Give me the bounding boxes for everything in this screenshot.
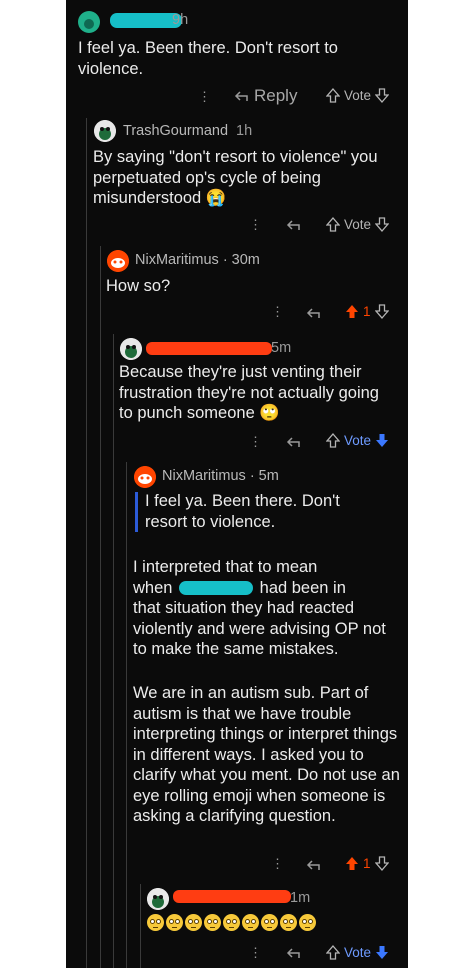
vote-control[interactable]: Vote [326,433,389,448]
avatar[interactable] [134,466,156,488]
comment-time: 30m [231,252,260,268]
avatar[interactable] [120,338,142,360]
eye-roll-emoji-icon [223,914,240,931]
paragraph-fragment: when [133,578,173,597]
comment-time: 1h [236,123,253,139]
upvote-icon[interactable] [326,217,340,232]
downvote-icon[interactable] [375,433,389,448]
redacted-username [146,342,272,355]
comment-text: Because they're just venting their frust… [119,363,379,422]
comment-time: 5m [258,468,279,484]
snoo-icon [84,19,94,29]
thread-line [100,246,101,968]
paragraph-fragment: had been in [259,578,346,597]
downvote-icon[interactable] [375,217,390,232]
downvote-icon[interactable] [374,304,389,319]
downvote-icon[interactable] [375,88,390,103]
redacted-username [179,580,254,595]
paragraph-line: that situation they had reacted violentl… [133,599,386,658]
comment-text: By saying "don't resort to violence" you… [93,148,378,207]
eye-roll-emoji-icon [166,914,183,931]
eye-roll-emoji-icon [299,914,316,931]
comment-username[interactable]: TrashGourmand [123,123,228,139]
comment-username: NixMaritimus · 5m [162,468,279,484]
vote-control[interactable]: Vote [326,217,390,232]
vote-label: Vote [344,217,372,232]
comment-body: I feel ya. Been there. Don't resort to v… [78,39,338,78]
snoo-icon [134,466,156,488]
snoo-icon [94,120,116,142]
more-options-icon[interactable]: ⋮ [198,89,211,105]
eye-roll-emoji-icon [242,914,259,931]
reply-button[interactable]: Reply [234,86,297,106]
quote-bar [135,492,138,532]
comment-thread: 9h I feel ya. Been there. Don't resort t… [66,0,408,968]
vote-control[interactable]: Vote [326,945,389,960]
reply-label: Reply [254,86,298,105]
username-link[interactable]: NixMaritimus [135,252,219,268]
vote-label: Vote [344,433,372,448]
reply-icon[interactable] [286,434,302,450]
avatar[interactable] [94,120,116,142]
vote-label: Vote [344,945,372,960]
eye-roll-emoji-icon [147,914,164,931]
thread-line [126,462,127,968]
upvote-icon[interactable] [345,304,359,319]
score-label: 1 [363,304,371,319]
avatar[interactable] [107,250,129,272]
paragraph-line: I interpreted that to mean [133,558,318,576]
reply-icon [234,91,248,101]
eye-roll-emoji-icon [185,914,202,931]
snoo-icon [107,250,129,272]
snoo-icon [147,888,169,910]
thread-line [140,884,141,968]
eye-roll-emoji-icon [204,914,221,931]
more-options-icon[interactable]: ⋮ [249,434,262,450]
thread-line [113,334,114,968]
vote-control[interactable]: 1 [345,304,389,319]
comment-body: We are in an autism sub. Part of autism … [133,684,400,825]
vote-control[interactable]: Vote [326,88,390,103]
comment-body: Because they're just venting their frust… [119,362,394,424]
quoted-text: I feel ya. Been there. Don't resort to v… [145,492,340,531]
eye-roll-emoji-row [147,914,318,933]
snoo-icon [120,338,142,360]
comment-body: I interpreted that to mean when had been… [133,557,403,660]
comment-time: 5m [271,340,292,356]
reply-icon[interactable] [286,217,302,233]
upvote-icon[interactable] [345,856,359,871]
more-options-icon[interactable]: ⋮ [249,217,262,233]
paragraph-line: when had been in [133,578,403,599]
comment-time: 1m [290,890,311,906]
reply-icon[interactable] [286,945,302,961]
comment-username: NixMaritimus · 30m [135,252,260,268]
more-options-icon[interactable]: ⋮ [249,945,262,961]
comment-time: 9h [172,12,189,28]
avatar[interactable] [78,11,100,33]
downvote-icon[interactable] [375,945,389,960]
vote-control[interactable]: 1 [345,856,389,871]
more-options-icon[interactable]: ⋮ [271,856,284,872]
avatar[interactable] [147,888,169,910]
reply-icon[interactable] [306,305,322,321]
reply-icon[interactable] [306,857,322,873]
upvote-icon[interactable] [326,945,340,960]
comment-body: How so? [106,277,171,295]
downvote-icon[interactable] [374,856,389,871]
redacted-username [173,890,291,903]
vote-label: Vote [344,88,372,103]
eye-roll-emoji-icon [280,914,297,931]
eye-roll-emoji-icon [261,914,278,931]
comment-body: By saying "don't resort to violence" you… [93,147,381,209]
score-label: 1 [363,856,371,871]
more-options-icon[interactable]: ⋮ [271,304,284,320]
upvote-icon[interactable] [326,433,340,448]
upvote-icon[interactable] [326,88,340,103]
thread-line [86,118,87,968]
username-link[interactable]: NixMaritimus [162,468,246,484]
